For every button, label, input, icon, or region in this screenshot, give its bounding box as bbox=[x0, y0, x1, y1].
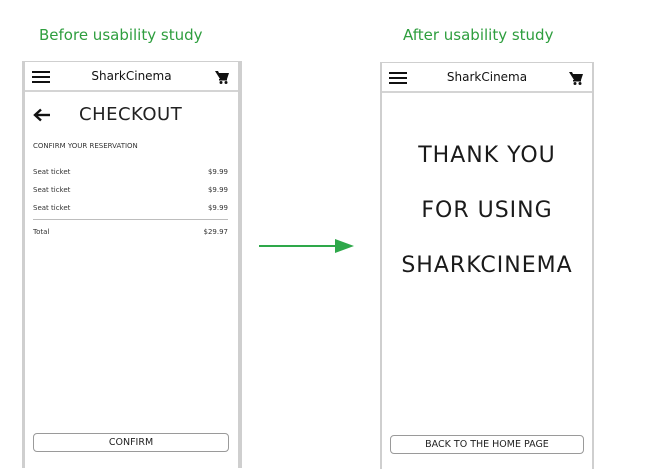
page-title: CHECKOUT bbox=[79, 104, 183, 125]
before-phone-screen: SharkCinema CHECKOUT CONFIRM YOUR RESERV… bbox=[22, 61, 242, 468]
item-price: $9.99 bbox=[207, 186, 228, 194]
divider bbox=[33, 219, 228, 220]
confirm-button[interactable]: CONFIRM bbox=[33, 433, 229, 452]
top-bar: SharkCinema bbox=[25, 62, 238, 92]
after-phone-screen: SharkCinema THANK YOU FOR USING SHARKCIN… bbox=[380, 62, 594, 469]
item-label: Seat ticket bbox=[33, 168, 71, 176]
item-label: Seat ticket bbox=[33, 186, 71, 194]
item-price: $9.99 bbox=[207, 168, 228, 176]
item-price: $9.99 bbox=[207, 204, 228, 212]
thank-you-line: SHARKCINEMA bbox=[401, 253, 573, 278]
line-item: Seat ticket $9.99 bbox=[33, 168, 228, 176]
line-item: Seat ticket $9.99 bbox=[33, 186, 228, 194]
cart-icon[interactable] bbox=[568, 70, 584, 86]
total-row: Total $29.97 bbox=[33, 228, 228, 236]
total-price: $29.97 bbox=[203, 228, 229, 236]
item-label: Seat ticket bbox=[33, 204, 71, 212]
after-caption: After usability study bbox=[403, 26, 554, 44]
before-caption: Before usability study bbox=[39, 26, 203, 44]
cart-icon[interactable] bbox=[214, 69, 230, 85]
brand-title: SharkCinema bbox=[91, 69, 172, 83]
top-bar: SharkCinema bbox=[382, 63, 592, 93]
brand-title: SharkCinema bbox=[446, 70, 528, 84]
thank-you-line: THANK YOU bbox=[418, 143, 556, 168]
transition-arrow-icon bbox=[259, 239, 354, 253]
thank-you-line: FOR USING bbox=[421, 198, 553, 223]
total-label: Total bbox=[33, 228, 50, 236]
section-subheading: CONFIRM YOUR RESERVATION bbox=[33, 142, 138, 150]
line-item: Seat ticket $9.99 bbox=[33, 204, 228, 212]
back-to-home-button[interactable]: BACK TO THE HOME PAGE bbox=[390, 435, 584, 454]
back-arrow-icon[interactable] bbox=[33, 108, 51, 122]
